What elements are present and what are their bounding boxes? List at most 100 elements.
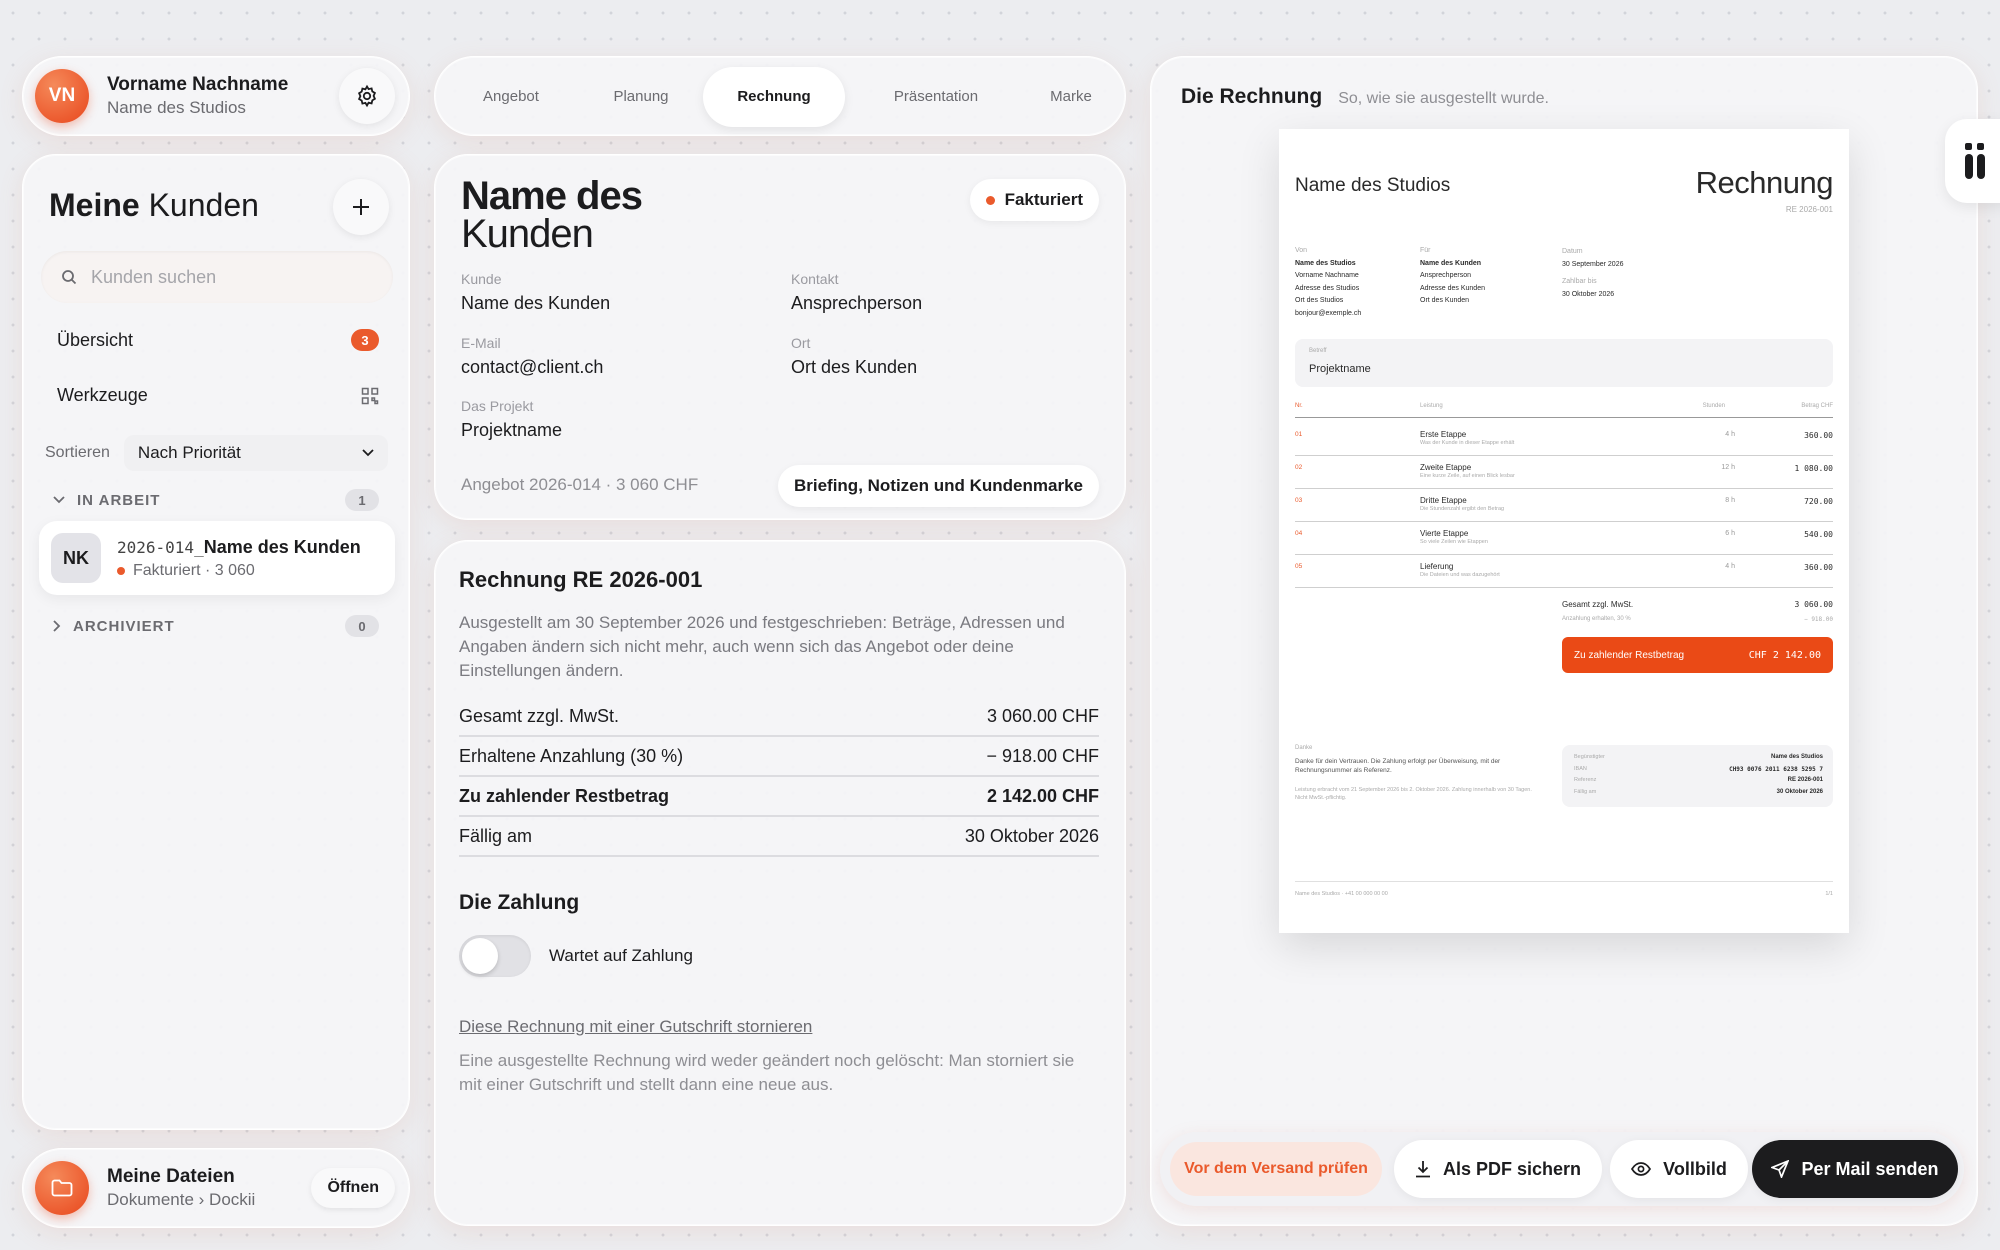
doc-item-nr: 02 (1295, 464, 1303, 471)
in-progress-count: 1 (345, 489, 379, 511)
folder-icon (51, 1179, 73, 1197)
main-tabs: Angebot Planung Rechnung Präsentation Ma… (434, 56, 1126, 136)
tab-rechnung[interactable]: Rechnung (703, 67, 845, 127)
tab-praesentation[interactable]: Präsentation (853, 67, 1019, 127)
status-dot-icon (117, 566, 125, 575)
tab-angebot[interactable]: Angebot (449, 67, 573, 127)
eye-icon (1631, 1162, 1652, 1176)
sort-row: Sortieren Nach Priorität (45, 435, 388, 471)
doc-item-name: Dritte Etappe (1420, 496, 1467, 505)
doc-item-amount: 540.00 (1804, 530, 1833, 539)
client-detail-card: Name des Kunden Fakturiert Kunde Name des… (434, 154, 1126, 520)
tab-planung[interactable]: Planung (579, 67, 703, 127)
offer-reference: Angebot 2026-014 · 3 060 CHF (461, 475, 699, 494)
cancel-invoice-link[interactable]: Diese Rechnung mit einer Gutschrift stor… (459, 1017, 812, 1037)
cancel-note: Eine ausgestellte Rechnung wird weder ge… (459, 1051, 1075, 1094)
payment-toggle[interactable] (459, 935, 531, 977)
section-archived[interactable]: ARCHIVIERT 0 (53, 615, 379, 637)
field-kontakt: Kontakt Ansprechperson (791, 271, 923, 313)
app-logo-tab[interactable] (1945, 119, 2000, 203)
doc-item-desc: Eine kurze Zeile, auf einen Blick lesbar (1420, 473, 1515, 479)
doc-due-banner: Zu zahlender Restbetrag CHF 2 142.00 (1562, 637, 1833, 673)
client-code: 2026-014_ (117, 537, 204, 557)
invoice-title: Rechnung RE 2026-001 (459, 567, 703, 592)
section-in-progress[interactable]: IN ARBEIT 1 (53, 489, 379, 511)
doc-item-amount: 360.00 (1804, 431, 1833, 440)
doc-item-desc: Die Stundenzahl ergibt den Betrag (1420, 506, 1505, 512)
profile-card: VN Vorname Nachname Name des Studios (22, 56, 410, 136)
doc-item-nr: 04 (1295, 530, 1303, 537)
download-icon (1415, 1161, 1430, 1178)
doc-item-hours: 4 h (1725, 563, 1735, 570)
add-client-button[interactable] (333, 179, 389, 235)
doc-payment-box: Begünstigter IBAN Referenz Fällig am Name d… (1562, 745, 1833, 807)
sort-select[interactable]: Nach Priorität (123, 435, 388, 471)
files-path: Dokumente › Dockii (107, 1190, 256, 1209)
search-input[interactable]: Kunden suchen (91, 267, 216, 288)
client-title-line1: Name des (461, 174, 643, 218)
search-icon (62, 270, 77, 285)
status-dot-icon (985, 195, 995, 205)
doc-item-divider (1295, 521, 1833, 522)
doc-item-desc: So viele Zeilen wie Etappen (1420, 539, 1488, 545)
save-pdf-button[interactable]: Als PDF sichern (1394, 1140, 1602, 1198)
plus-icon (353, 199, 369, 215)
doc-item-nr: 01 (1295, 431, 1303, 438)
table-row-remaining: Zu zahlender Restbetrag 2 142.00 CHF (459, 777, 1099, 817)
invoice-document: Name des Studios Rechnung RE 2026-001 Vo… (1279, 129, 1849, 933)
doc-item-divider (1295, 488, 1833, 489)
field-email: E-Mail contact@client.ch (461, 335, 604, 377)
doc-studio: Name des Studios (1295, 175, 1451, 196)
sidebar-item-tools[interactable]: Werkzeuge (57, 385, 379, 406)
payment-title: Die Zahlung (459, 891, 580, 914)
payment-status: Wartet auf Zahlung (549, 946, 693, 965)
doc-item-amount: 720.00 (1804, 497, 1833, 506)
archived-count: 0 (345, 615, 379, 637)
field-kunde: Kunde Name des Kunden (461, 271, 611, 313)
briefing-button[interactable]: Briefing, Notizen und Kundenmarke (777, 465, 1099, 507)
profile-studio: Name des Studios (107, 98, 246, 117)
files-button[interactable] (35, 1161, 89, 1215)
settings-button[interactable] (339, 68, 395, 124)
doc-item-divider (1295, 455, 1833, 456)
chevron-down-icon (53, 496, 65, 504)
search-field[interactable]: Kunden suchen (41, 251, 393, 303)
preview-title: Die Rechnung (1181, 85, 1323, 108)
client-name: Name des Kunden (203, 536, 361, 557)
tab-marke[interactable]: Marke (1025, 67, 1117, 127)
doc-item-hours: 4 h (1725, 431, 1735, 438)
check-before-send-button[interactable]: Vor dem Versand prüfen (1170, 1142, 1382, 1196)
field-ort: Ort Ort des Kunden (791, 335, 918, 377)
status-badge: Fakturiert (969, 179, 1099, 221)
fullview-button[interactable]: Vollbild (1610, 1140, 1748, 1198)
invoice-description: Ausgestellt am 30 September 2026 und fes… (459, 613, 1065, 680)
doc-item-name: Lieferung (1420, 562, 1454, 571)
doc-item-hours: 12 h (1721, 464, 1735, 471)
send-mail-button[interactable]: Per Mail senden (1752, 1140, 1958, 1198)
doc-item-nr: 05 (1295, 563, 1303, 570)
doc-heading: Rechnung (1695, 165, 1834, 200)
send-icon (1771, 1160, 1790, 1178)
doc-item-name: Zweite Etappe (1420, 463, 1472, 472)
doc-item-desc: Was der Kunde in dieser Etappe erhält (1420, 440, 1515, 446)
overview-count-badge: 3 (351, 329, 379, 351)
invoice-card: Rechnung RE 2026-001 Ausgestellt am 30 S… (434, 540, 1126, 1226)
open-files-button[interactable]: Öffnen (311, 1168, 395, 1208)
table-row-due: Fällig am 30 Oktober 2026 (459, 817, 1099, 857)
client-title-line2: Kunden (461, 212, 594, 256)
invoice-preview-panel: Die Rechnung So, wie sie ausgestellt wur… (1150, 56, 2000, 1226)
avatar[interactable]: VN (35, 69, 89, 123)
sidebar-item-overview[interactable]: Übersicht 3 (57, 329, 379, 351)
profile-name: Vorname Nachname (107, 74, 289, 95)
doc-item-divider (1295, 554, 1833, 555)
doc-item-name: Erste Etappe (1420, 430, 1467, 439)
field-projekt: Das Projekt Projektname (461, 398, 563, 440)
doc-item-name: Vierte Etappe (1420, 529, 1469, 538)
table-row-total: Gesamt zzgl. MwSt. 3 060.00 CHF (459, 697, 1099, 737)
doc-item-hours: 6 h (1725, 530, 1735, 537)
client-status: Fakturiert · 3 060 (133, 561, 255, 579)
doc-number: RE 2026-001 (1785, 205, 1833, 214)
doc-item-amount: 360.00 (1804, 563, 1833, 572)
grid-icon (361, 387, 379, 404)
client-list-item[interactable]: NK 2026-014_Name des Kunden Fakturiert ·… (39, 521, 395, 595)
